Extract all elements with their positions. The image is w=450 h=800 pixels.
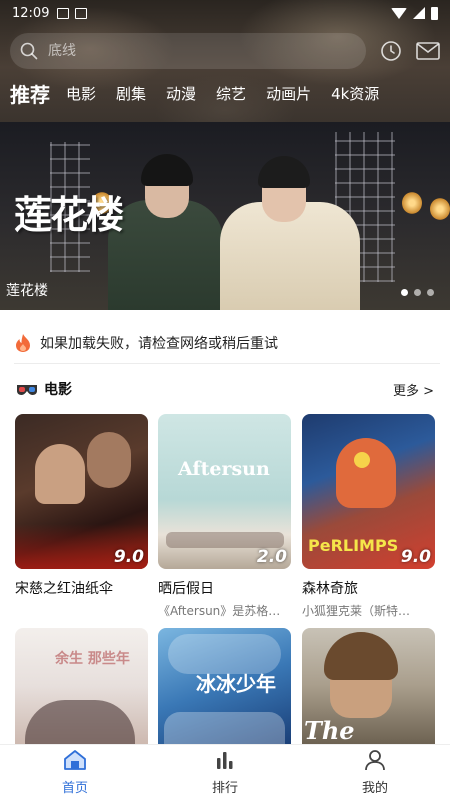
movie-desc: 《Aftersun》是苏格兰… [158, 604, 291, 618]
history-icon[interactable] [380, 40, 402, 62]
hero-banner[interactable]: 莲花楼 莲花楼 [0, 122, 450, 310]
movie-title: 森林奇旅 [302, 581, 358, 597]
movie-poster: The Quiet [302, 628, 435, 744]
banner-dot[interactable] [414, 289, 421, 296]
banner-logo-title: 莲花楼 [14, 192, 124, 237]
poster-figure [87, 432, 131, 488]
search-input[interactable] [48, 43, 308, 59]
movie-poster: Aftersun 2.0 [158, 414, 291, 569]
lantern-decoration [430, 198, 450, 220]
image-notification-icon [57, 7, 70, 19]
status-right-icons [391, 6, 438, 20]
poster-portrait-hair [324, 632, 398, 680]
lantern-decoration [402, 192, 422, 214]
network-notice: 如果加载失败，请检查网络或稍后重试 [14, 322, 440, 364]
tab-variety[interactable]: 综艺 [216, 83, 246, 104]
section-title: 电影 [44, 382, 72, 398]
battery-icon [431, 6, 438, 20]
nav-label: 首页 [61, 781, 88, 796]
movie-score: 9.0 [400, 547, 431, 567]
movie-section-header: 电影 更多 > [16, 376, 434, 402]
nav-label: 排行 [211, 781, 238, 796]
movie-card[interactable]: PeRLIMPS 9.0 森林奇旅 小狐狸克莱（斯特… [302, 414, 435, 619]
movie-score: 9.0 [113, 547, 144, 567]
nav-home[interactable]: 首页 [0, 745, 150, 800]
poster-title-art: Aftersun [178, 458, 270, 480]
status-notification-icons [57, 7, 88, 19]
tab-4k[interactable]: 4k资源 [331, 83, 379, 104]
bottom-nav: 首页 排行 我的 [0, 744, 450, 800]
movie-card[interactable]: The Quiet [302, 628, 435, 744]
search-row [10, 32, 440, 70]
more-button[interactable]: 更多 > [393, 380, 434, 399]
movie-card[interactable]: 9.0 宋慈之红油纸伞 [15, 414, 148, 602]
movie-score: 2.0 [256, 547, 287, 567]
3d-glasses-icon [16, 381, 38, 397]
movie-desc: 小狐狸克莱（斯特… [302, 604, 411, 618]
category-tabs: 推荐 电影 剧集 动漫 综艺 动画片 4k资源 [10, 76, 399, 110]
banner-dot[interactable] [427, 289, 434, 296]
status-bar: 12:09 [0, 0, 450, 26]
movie-title: 晒后假日 [158, 581, 214, 597]
banner-pagination [401, 289, 434, 296]
nav-label: 我的 [361, 781, 388, 796]
poster-title-art: The Quiet [304, 716, 355, 744]
poster-heads [164, 712, 285, 744]
banner-caption: 莲花楼 [6, 283, 48, 299]
poster-title-art: 余生 那些年 [55, 651, 130, 667]
signal-icon [413, 7, 425, 19]
poster-title-art: 冰冰少年 [196, 672, 276, 696]
poster-beach-figures [166, 532, 284, 548]
tab-cartoon[interactable]: 动画片 [266, 83, 311, 104]
status-time: 12:09 [12, 5, 50, 21]
movie-poster: 余生 那些年 [15, 628, 148, 744]
movie-card[interactable]: Aftersun 2.0 晒后假日 《Aftersun》是苏格兰… [158, 414, 291, 619]
poster-creature [336, 438, 396, 508]
app-notification-icon [75, 7, 88, 19]
nav-profile[interactable]: 我的 [300, 745, 450, 800]
tab-anime[interactable]: 动漫 [166, 83, 196, 104]
tab-series[interactable]: 剧集 [116, 83, 146, 104]
wifi-icon [391, 7, 407, 19]
movie-poster: PeRLIMPS 9.0 [302, 414, 435, 569]
movie-poster: 冰冰少年 [158, 628, 291, 744]
banner-figure-right-hair [258, 156, 310, 188]
flame-icon [14, 333, 32, 353]
banner-dot[interactable] [401, 289, 408, 296]
movie-poster: 9.0 [15, 414, 148, 569]
movie-card[interactable]: 冰冰少年 [158, 628, 291, 744]
notice-text: 如果加载失败，请检查网络或稍后重试 [40, 335, 278, 352]
movie-title: 宋慈之红油纸伞 [15, 581, 113, 597]
tab-movie[interactable]: 电影 [66, 83, 96, 104]
nav-ranking[interactable]: 排行 [150, 745, 300, 800]
movie-card[interactable]: 余生 那些年 [15, 628, 148, 744]
banner-figure-left-hair [141, 154, 193, 186]
poster-figure [35, 444, 85, 504]
poster-figures [25, 700, 135, 744]
search-box[interactable] [10, 33, 366, 69]
poster-title-art: PeRLIMPS [308, 536, 399, 555]
mail-icon[interactable] [416, 42, 440, 60]
tab-recommend[interactable]: 推荐 [10, 79, 50, 108]
user-icon [364, 749, 386, 775]
poster-creature-eye [354, 452, 370, 468]
top-header: 12:09 推荐 电影 剧集 动漫 综艺 动画片 4k资源 [0, 0, 450, 122]
ranking-icon [214, 749, 236, 775]
search-icon [20, 42, 38, 60]
home-icon [62, 749, 88, 775]
